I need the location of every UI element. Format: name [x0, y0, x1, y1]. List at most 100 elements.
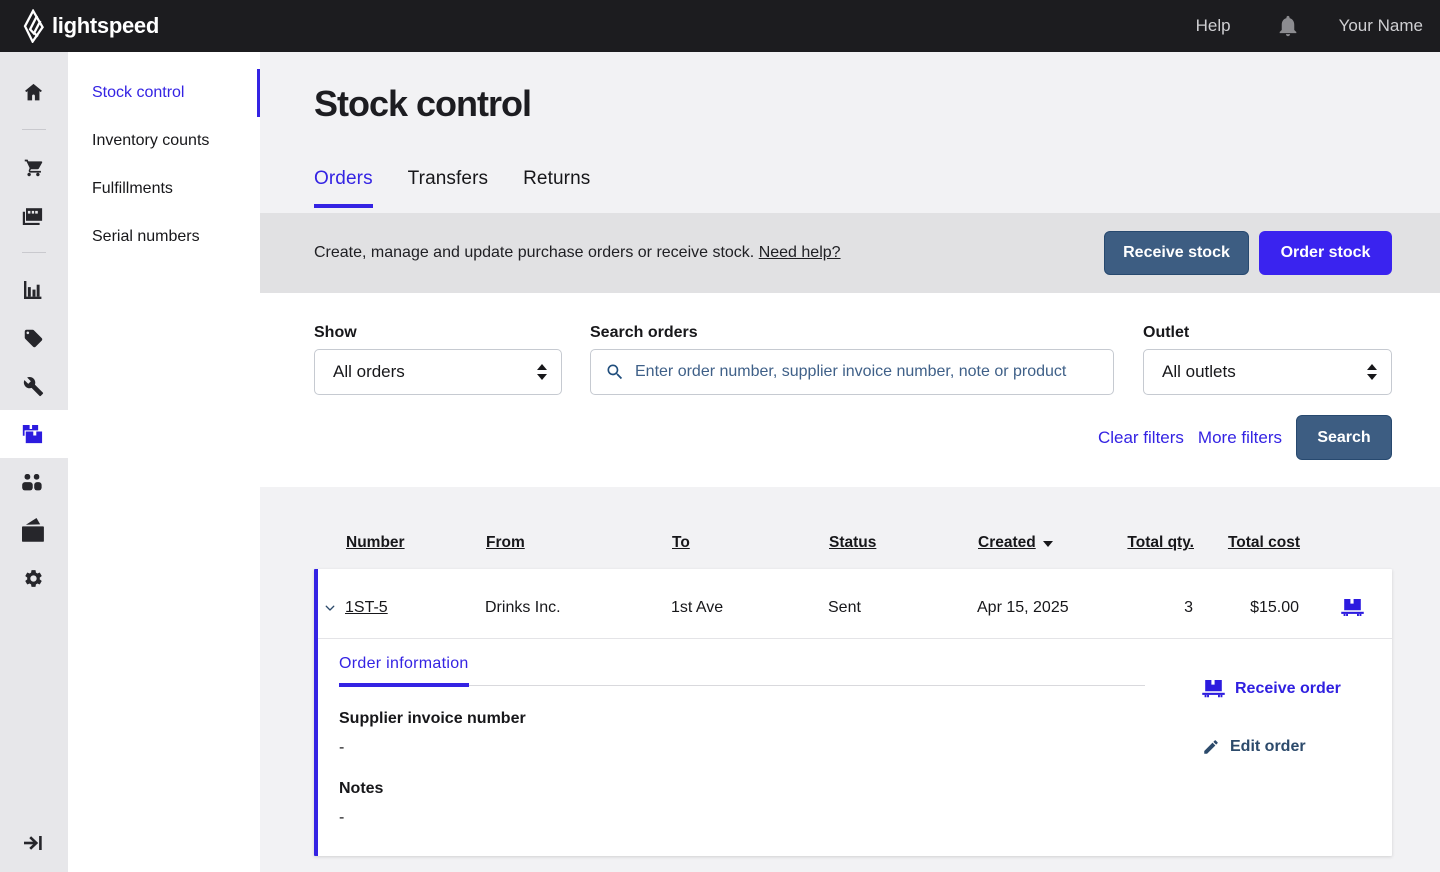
tab-transfers[interactable]: Transfers [408, 169, 488, 208]
order-from: Drinks Inc. [485, 599, 671, 617]
banner-text: Create, manage and update purchase order… [314, 244, 841, 262]
rail-item-reporting[interactable] [0, 266, 68, 314]
sidebar-item-label: Fulfillments [92, 180, 173, 198]
order-total-qty: 3 [1113, 599, 1193, 617]
rail-item-settings[interactable] [0, 554, 68, 602]
home-icon [23, 82, 44, 103]
cart-icon [23, 157, 44, 178]
order-to: 1st Ave [671, 599, 828, 617]
order-expanded: Order information Supplier invoice numbe… [318, 639, 1392, 856]
column-from[interactable]: From [486, 533, 672, 552]
tab-orders[interactable]: Orders [314, 169, 373, 208]
tag-icon [23, 328, 44, 349]
orders-table: Number From To Status Created Total qty.… [260, 533, 1440, 856]
order-number: 1ST-5 [345, 599, 485, 617]
help-link[interactable]: Help [1196, 16, 1231, 36]
table-header: Number From To Status Created Total qty.… [314, 533, 1392, 552]
pallet-icon [1341, 599, 1364, 617]
tab-order-information[interactable]: Order information [339, 654, 469, 687]
show-select[interactable]: All orders [314, 349, 562, 395]
outlet-filter-group: Outlet All outlets [1143, 323, 1392, 395]
rail-divider [22, 252, 46, 253]
info-banner: Create, manage and update purchase order… [260, 213, 1440, 293]
rail-item-tools[interactable] [0, 362, 68, 410]
tab-returns[interactable]: Returns [523, 169, 590, 208]
column-number[interactable]: Number [346, 533, 486, 552]
order-created: Apr 15, 2025 [977, 599, 1113, 617]
supplier-invoice-label: Supplier invoice number [339, 709, 1145, 728]
search-orders-box [590, 349, 1114, 395]
sidebar-item-serial-numbers[interactable]: Serial numbers [68, 213, 260, 261]
order-total-cost: $15.00 [1193, 599, 1299, 617]
brand-name: lightspeed [52, 13, 159, 39]
column-to[interactable]: To [672, 533, 829, 552]
order-stock-button[interactable]: Order stock [1259, 231, 1392, 275]
receive-order-icon-button[interactable] [1299, 599, 1392, 617]
search-icon [605, 362, 625, 382]
app-body: Stock control Inventory counts Fulfillme… [0, 52, 1440, 872]
rail-item-home[interactable] [0, 68, 68, 116]
edit-order-link[interactable]: Edit order [1202, 738, 1341, 756]
clear-filters-link[interactable]: Clear filters [1098, 428, 1184, 448]
collapse-icon [24, 836, 42, 850]
secondary-sidebar: Stock control Inventory counts Fulfillme… [68, 52, 260, 872]
sidebar-item-stock-control[interactable]: Stock control [68, 69, 260, 117]
cash-drawer-icon [22, 518, 44, 542]
column-status[interactable]: Status [829, 533, 978, 552]
supplier-invoice-value: - [339, 738, 1145, 757]
icon-rail [0, 52, 68, 872]
rail-item-catalog[interactable] [0, 314, 68, 362]
sidebar-item-inventory-counts[interactable]: Inventory counts [68, 117, 260, 165]
receive-stock-button[interactable]: Receive stock [1104, 231, 1249, 275]
screen: lightspeed Help Your Name [0, 0, 1440, 872]
collapse-sidebar-button[interactable] [0, 819, 68, 867]
wrench-icon [23, 376, 44, 397]
column-total-qty[interactable]: Total qty. [1114, 533, 1194, 552]
rail-item-customers[interactable] [0, 458, 68, 506]
filters-row: Show All orders Search orders [314, 323, 1392, 395]
brand: lightspeed [22, 9, 159, 43]
need-help-link[interactable]: Need help? [759, 244, 841, 261]
sort-desc-icon [1043, 541, 1053, 547]
more-filters-link[interactable]: More filters [1198, 428, 1282, 448]
user-menu[interactable]: Your Name [1339, 16, 1423, 36]
receive-order-link[interactable]: Receive order [1202, 680, 1341, 698]
outlet-label: Outlet [1143, 323, 1392, 342]
sidebar-item-label: Inventory counts [92, 132, 209, 150]
rail-item-till[interactable] [0, 506, 68, 554]
filter-actions: Clear filters More filters Search [314, 415, 1392, 460]
rail-spacer [0, 602, 68, 819]
order-row[interactable]: 1ST-5 Drinks Inc. 1st Ave Sent Apr 15, 2… [318, 569, 1392, 639]
notifications-bell-icon[interactable] [1276, 14, 1300, 38]
pencil-icon [1202, 738, 1220, 756]
sidebar-item-label: Serial numbers [92, 228, 200, 246]
search-orders-label: Search orders [590, 323, 1114, 342]
order-number-link[interactable]: 1ST-5 [345, 599, 388, 616]
receive-order-label: Receive order [1235, 680, 1341, 698]
rail-item-sell[interactable] [0, 143, 68, 191]
order-status: Sent [828, 599, 977, 617]
search-button[interactable]: Search [1296, 415, 1392, 460]
banner-buttons: Receive stock Order stock [1104, 231, 1392, 275]
outlet-select[interactable]: All outlets [1143, 349, 1392, 395]
lightspeed-logo-icon [22, 9, 45, 43]
search-orders-input[interactable] [635, 363, 1101, 381]
rail-item-register[interactable] [0, 191, 68, 239]
topbar: lightspeed Help Your Name [0, 0, 1440, 52]
register-icon [22, 204, 44, 226]
banner-message: Create, manage and update purchase order… [314, 244, 754, 261]
rail-item-inventory[interactable] [0, 410, 68, 458]
expander-chevron-icon[interactable] [318, 602, 345, 614]
column-created[interactable]: Created [978, 533, 1114, 552]
column-total-cost[interactable]: Total cost [1194, 533, 1300, 552]
expanded-tabs: Order information [339, 654, 1145, 687]
filters-panel: Show All orders Search orders [260, 293, 1440, 487]
order-card: 1ST-5 Drinks Inc. 1st Ave Sent Apr 15, 2… [314, 569, 1392, 856]
show-label: Show [314, 323, 562, 342]
select-arrows-icon [537, 364, 547, 380]
select-arrows-icon [1367, 364, 1377, 380]
column-created-label: Created [978, 534, 1036, 551]
pallet-icon [1202, 680, 1225, 698]
rail-divider [22, 129, 46, 130]
sidebar-item-fulfillments[interactable]: Fulfillments [68, 165, 260, 213]
